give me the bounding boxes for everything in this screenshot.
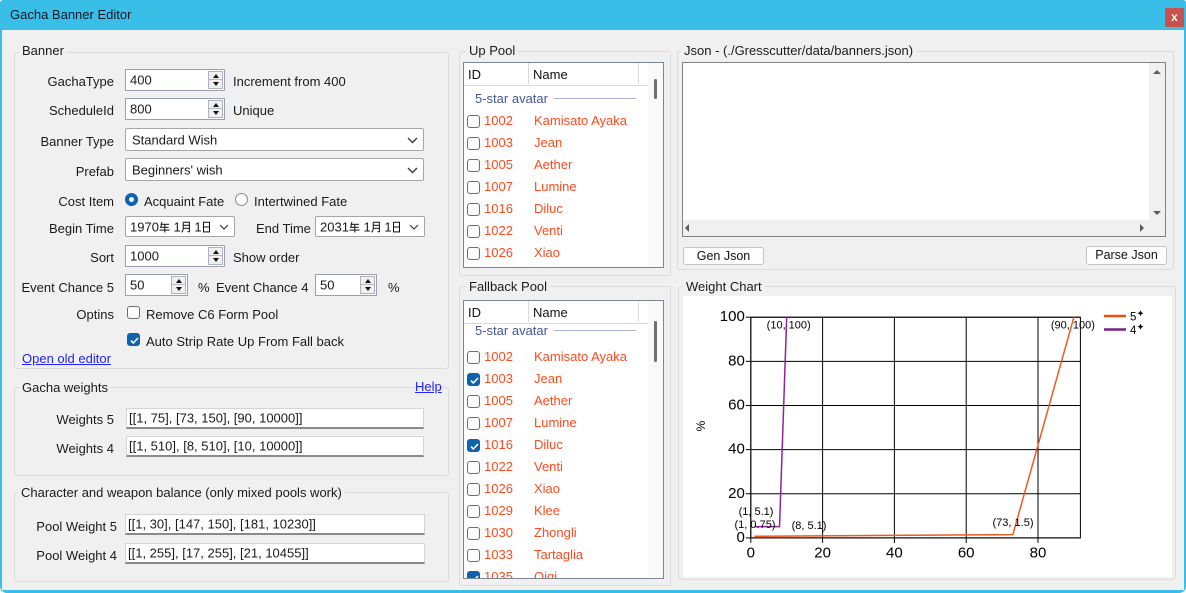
svg-text:80: 80 <box>1030 545 1047 562</box>
svg-text:20: 20 <box>814 545 831 562</box>
svg-text:(1, 5.1): (1, 5.1) <box>739 506 774 518</box>
svg-text:0: 0 <box>736 529 744 546</box>
svg-text:100: 100 <box>720 308 745 325</box>
svg-text:80: 80 <box>728 352 745 369</box>
svg-text:60: 60 <box>728 396 745 413</box>
svg-text:(8, 5.1): (8, 5.1) <box>792 520 827 532</box>
svg-text:40: 40 <box>886 545 903 562</box>
svg-text:4: 4 <box>1130 325 1137 337</box>
svg-text:5: 5 <box>1130 312 1136 324</box>
svg-text:0: 0 <box>747 545 755 562</box>
svg-text:(73, 1.5): (73, 1.5) <box>993 517 1034 529</box>
svg-text:60: 60 <box>958 545 975 562</box>
svg-text:40: 40 <box>728 441 745 458</box>
svg-text:(10, 100): (10, 100) <box>767 320 811 332</box>
svg-text:20: 20 <box>728 485 745 502</box>
svg-text:(90, 100): (90, 100) <box>1051 320 1095 332</box>
svg-text:(1, 0.75): (1, 0.75) <box>735 519 776 531</box>
svg-text:%: % <box>694 420 708 431</box>
